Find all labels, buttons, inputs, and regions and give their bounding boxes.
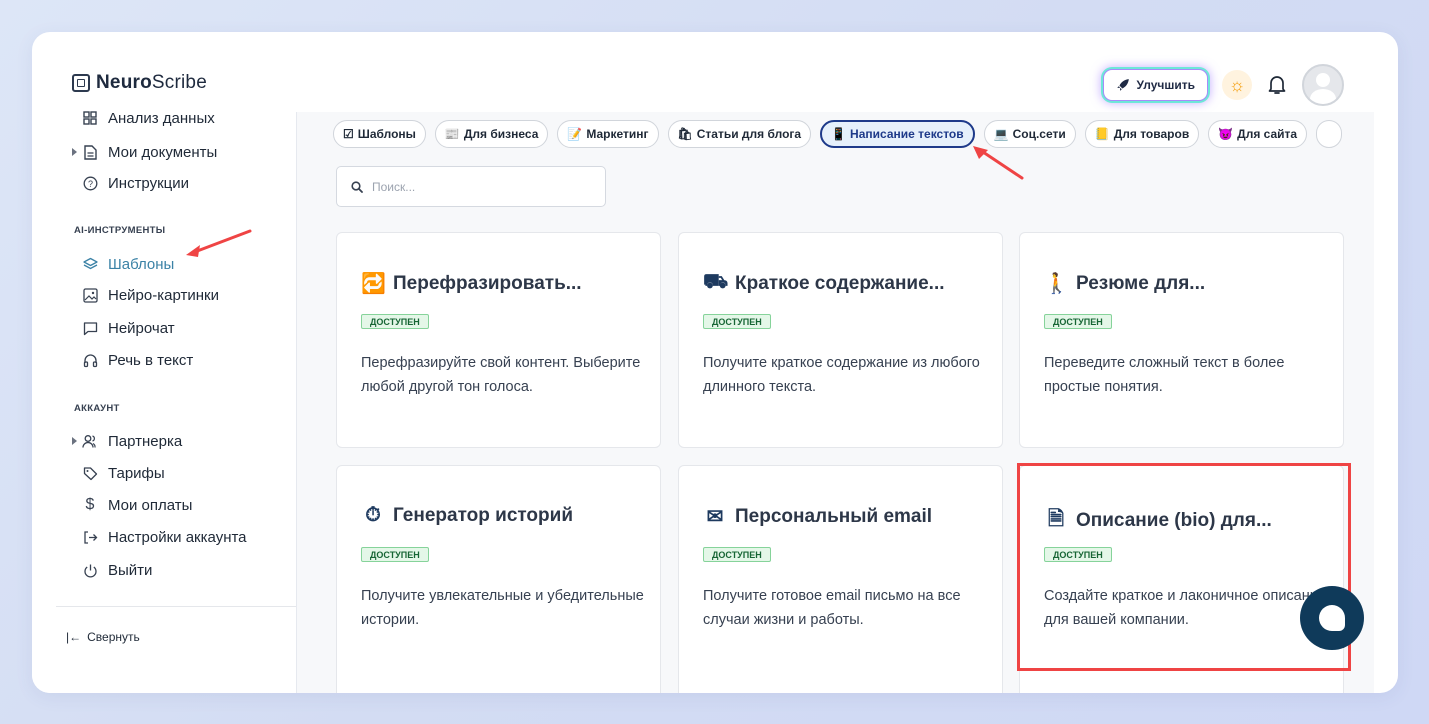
refresh-icon: 🔁 [361, 273, 386, 295]
app-logo[interactable]: NeuroScribe [72, 72, 207, 94]
chip-marketing[interactable]: 📝 Маркетинг [557, 120, 659, 148]
card-description: Получите краткое содержание из любого дл… [703, 355, 980, 395]
chip-website[interactable]: 😈 Для сайта [1208, 120, 1308, 148]
logout-arrow-icon [82, 529, 98, 545]
collapse-arrow-icon: |← [66, 630, 82, 644]
card-description: Переведите сложный текст в более простые… [1044, 355, 1285, 395]
transfer-icon: ⛟ [703, 271, 729, 293]
chip-templates[interactable]: ☑ Шаблоны [333, 120, 426, 148]
newspaper-icon: 📰 [444, 127, 460, 141]
card-description: Получите готовое email письмо на все слу… [703, 588, 961, 628]
highlight-frame [1017, 463, 1351, 671]
power-icon [82, 562, 98, 578]
search-input[interactable]: Поиск... [336, 166, 606, 207]
devil-icon: 😈 [1218, 127, 1234, 141]
user-avatar-icon[interactable] [1302, 64, 1344, 106]
grid-icon [82, 110, 98, 126]
memo-icon: 📝 [567, 127, 583, 141]
annotation-arrow-icon [186, 229, 252, 257]
shopping-bags-icon: 🛍 [677, 127, 693, 141]
sidebar-item-tariffs[interactable]: Тарифы [82, 461, 165, 485]
search-icon [351, 180, 363, 193]
template-card-stories[interactable]: ⏱ Генератор историй ДОСТУПЕН Получите увл… [336, 465, 661, 693]
logo-text: NeuroScribe [96, 72, 207, 93]
status-badge: ДОСТУПЕН [361, 547, 429, 562]
status-badge: ДОСТУПЕН [703, 314, 771, 329]
chat-icon [1319, 605, 1345, 631]
card-description: Перефразируйте свой контент. Выберите лю… [361, 355, 641, 395]
sidebar-item-instructions[interactable]: ? Инструкции [82, 171, 189, 195]
logo-icon [72, 74, 90, 92]
sidebar: Анализ данных Мои документы ? Инструкции… [32, 110, 297, 693]
status-badge: ДОСТУПЕН [1044, 314, 1112, 329]
dollar-icon: $ [85, 496, 95, 513]
status-badge: ДОСТУПЕН [361, 314, 429, 329]
category-chips: ☑ Шаблоны 📰 Для бизнеса 📝 Маркетинг 🛍 Статьи… [333, 120, 1343, 148]
document-icon [82, 144, 98, 160]
envelope-icon: ✉ [706, 506, 724, 528]
template-card-summary[interactable]: ⛟ Краткое содержание... ДОСТУПЕН Получите… [678, 232, 1003, 448]
person-icon: 🚶 [1044, 273, 1069, 295]
sidebar-item-speech[interactable]: Речь в текст [82, 348, 193, 372]
phone-icon: 📱 [831, 127, 847, 141]
stopwatch-icon: ⏱ [365, 504, 381, 526]
chevron-right-icon[interactable] [72, 148, 77, 156]
headphones-icon [82, 352, 98, 368]
sidebar-item-logout[interactable]: Выйти [82, 558, 152, 582]
notebook-icon: 📒 [1094, 127, 1110, 141]
layers-icon [82, 256, 98, 272]
users-icon [82, 433, 98, 449]
chip-blog[interactable]: 🛍 Статьи для блога [667, 120, 812, 148]
sun-icon[interactable]: ☼ [1222, 70, 1252, 100]
tag-icon [82, 465, 98, 481]
template-card-resume[interactable]: 🚶 Резюме для... ДОСТУПЕН Переведите сложн… [1019, 232, 1344, 448]
status-badge: ДОСТУПЕН [703, 547, 771, 562]
template-card-email[interactable]: ✉ Персональный email ДОСТУПЕН Получите го… [678, 465, 1003, 693]
sidebar-item-payments[interactable]: $ Мои оплаты [82, 493, 193, 517]
chip-products[interactable]: 📒 Для товаров [1084, 120, 1200, 148]
sidebar-item-images[interactable]: Нейро-картинки [82, 283, 219, 307]
header-actions: Улучшить ☼ [1102, 64, 1344, 106]
svg-text:?: ? [87, 179, 92, 189]
card-description: Получите увлекательные и убедительные ис… [361, 588, 644, 628]
sidebar-item-neurochat[interactable]: Нейрочат [82, 316, 175, 340]
collapse-button[interactable]: |← Свернуть [66, 630, 140, 644]
section-title-account: АККАУНТ [74, 403, 120, 414]
annotation-arrow-icon [973, 146, 1024, 180]
template-card-paraphrase[interactable]: 🔁 Перефразировать... ДОСТУПЕН Перефразиру… [336, 232, 661, 448]
sidebar-item-partner[interactable]: Партнерка [82, 429, 182, 453]
chat-widget-button[interactable] [1300, 586, 1364, 650]
upgrade-button[interactable]: Улучшить [1102, 69, 1208, 101]
sidebar-item-templates[interactable]: Шаблоны [82, 252, 174, 276]
chip-business[interactable]: 📰 Для бизнеса [434, 120, 549, 148]
sidebar-divider [56, 606, 296, 607]
sidebar-item-analysis[interactable]: Анализ данных [82, 106, 215, 130]
bell-icon[interactable] [1266, 74, 1288, 96]
chevron-right-icon[interactable] [72, 437, 77, 445]
rocket-icon [1116, 79, 1129, 91]
image-icon [82, 287, 98, 303]
laptop-icon: 💻 [993, 127, 1009, 141]
chat-icon [82, 320, 98, 336]
help-circle-icon: ? [82, 175, 98, 191]
sidebar-item-documents[interactable]: Мои документы [82, 140, 217, 164]
app-window: NeuroScribe Улучшить ☼ Анализ данных Мои… [32, 32, 1398, 693]
sidebar-item-settings[interactable]: Настройки аккаунта [82, 525, 247, 549]
section-title-ai: AI-ИНСТРУМЕНТЫ [74, 225, 166, 236]
chip-more[interactable] [1316, 120, 1343, 148]
checkbox-icon: ☑ [343, 127, 354, 141]
chip-writing[interactable]: 📱 Написание текстов [820, 120, 975, 148]
